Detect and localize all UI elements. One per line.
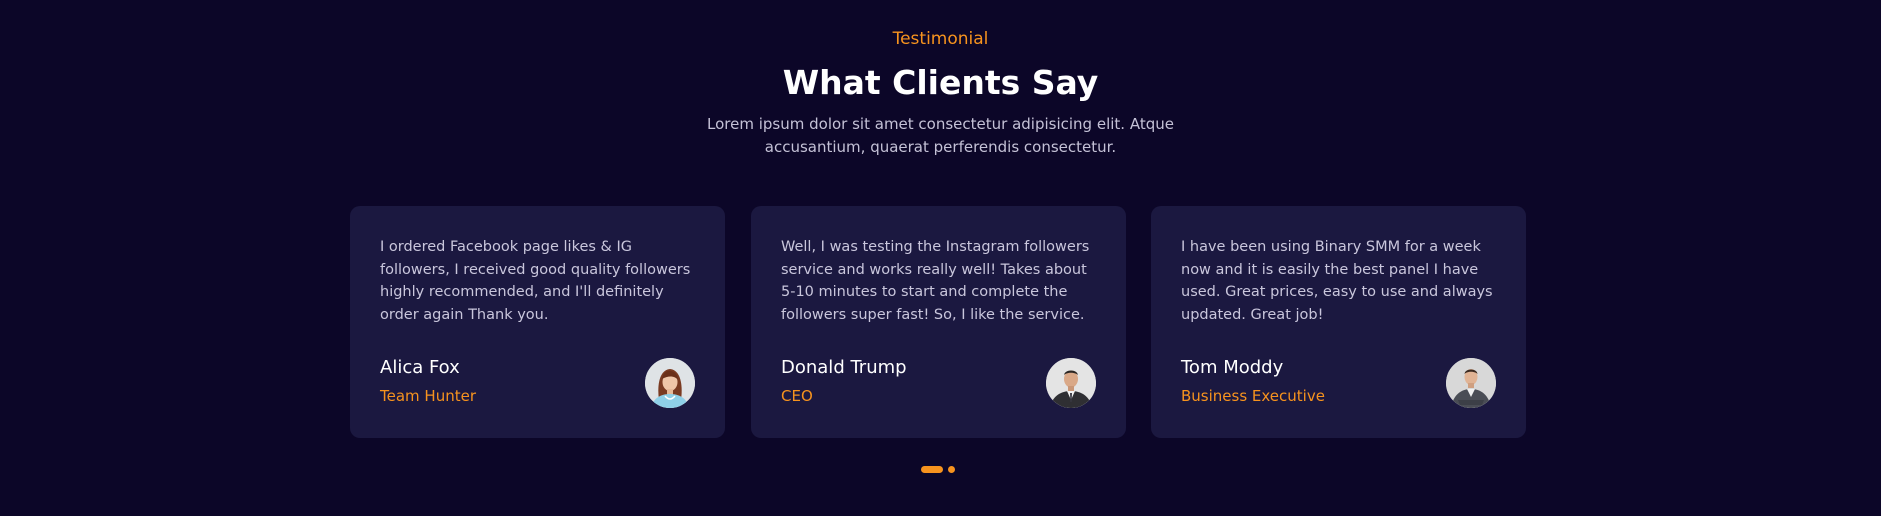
testimonial-card: I ordered Facebook page likes & IG follo… bbox=[350, 206, 725, 438]
avatar bbox=[1446, 358, 1496, 408]
avatar bbox=[645, 358, 695, 408]
avatar bbox=[1046, 358, 1096, 408]
carousel-pagination bbox=[921, 466, 961, 473]
client-name: Tom Moddy bbox=[1181, 357, 1284, 378]
testimonial-quote: I ordered Facebook page likes & IG follo… bbox=[380, 239, 691, 323]
client-name: Alica Fox bbox=[380, 357, 460, 378]
section-title: What Clients Say bbox=[782, 63, 1099, 102]
client-role: Business Executive bbox=[1181, 387, 1325, 405]
testimonial-section: Testimonial What Clients Say Lorem ipsum… bbox=[0, 0, 1881, 516]
testimonial-card: Well, I was testing the Instagram follow… bbox=[751, 206, 1126, 438]
client-role: Team Hunter bbox=[380, 387, 476, 405]
testimonial-quote: I have been using Binary SMM for a week … bbox=[1181, 239, 1493, 323]
testimonial-quote: Well, I was testing the Instagram follow… bbox=[781, 239, 1090, 323]
testimonial-carousel: I ordered Facebook page likes & IG follo… bbox=[350, 206, 1526, 438]
testimonial-card: I have been using Binary SMM for a week … bbox=[1151, 206, 1526, 438]
client-photo-icon bbox=[645, 358, 695, 408]
section-eyebrow: Testimonial bbox=[892, 29, 989, 49]
carousel-dot[interactable] bbox=[948, 466, 955, 473]
client-photo-icon bbox=[1046, 358, 1096, 408]
client-role: CEO bbox=[781, 387, 813, 405]
client-photo-icon bbox=[1446, 358, 1496, 408]
carousel-dot-active[interactable] bbox=[921, 466, 943, 473]
section-subtitle: Lorem ipsum dolor sit amet consectetur a… bbox=[707, 115, 1174, 156]
client-name: Donald Trump bbox=[781, 357, 907, 378]
